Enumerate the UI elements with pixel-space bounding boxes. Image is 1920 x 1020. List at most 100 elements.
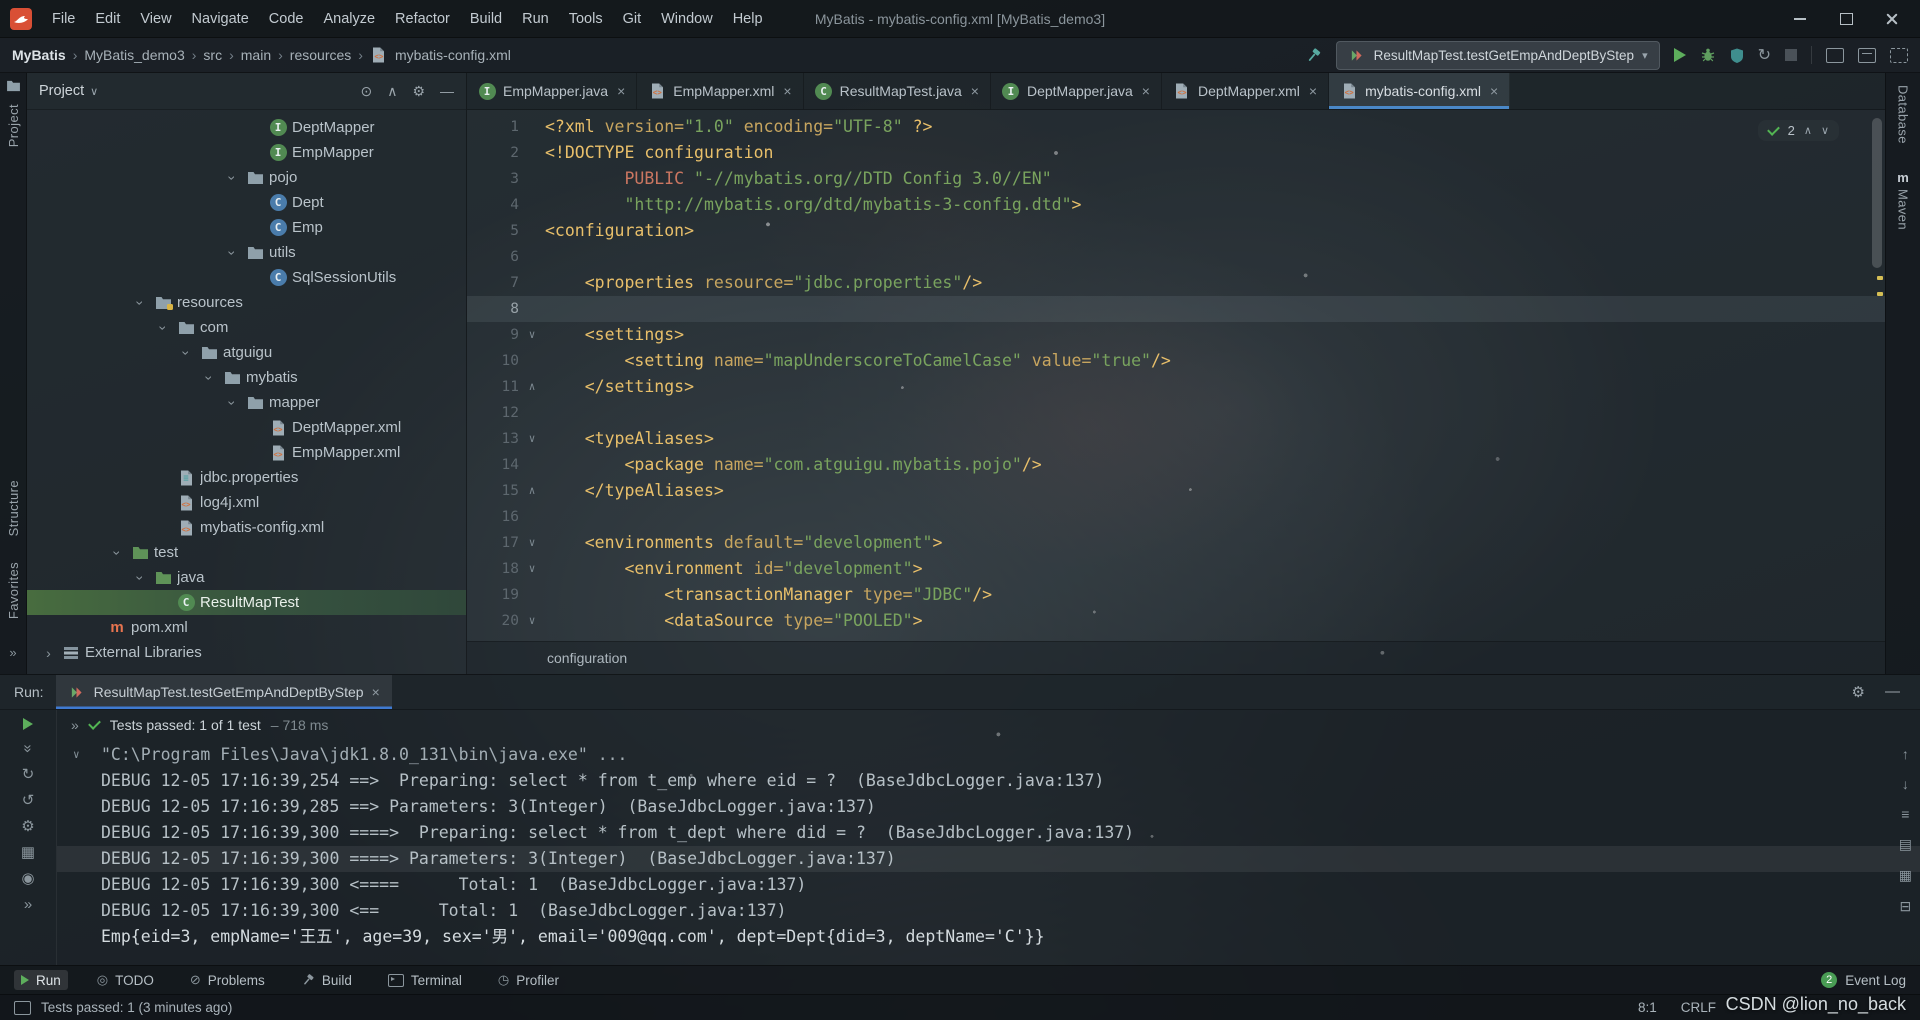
breadcrumb-item-resources[interactable]: resources	[290, 47, 351, 63]
scroll-to-end-icon[interactable]: ▤	[1899, 836, 1912, 853]
fold-marker[interactable]: ∧	[519, 374, 545, 400]
close-icon[interactable]: ×	[783, 83, 791, 99]
tree-item-empmapper[interactable]: IEmpMapper	[27, 140, 466, 165]
fold-marker[interactable]: ∨	[519, 556, 545, 582]
warning-stripe-mark[interactable]	[1877, 276, 1883, 280]
close-icon[interactable]: ×	[1142, 83, 1150, 99]
clear-console-icon[interactable]: ⊟	[1900, 898, 1912, 915]
tool-window-button-profiler[interactable]: ◷Profiler	[491, 970, 566, 990]
run-button[interactable]	[1674, 48, 1686, 62]
close-icon[interactable]: ×	[1309, 83, 1317, 99]
menu-tools[interactable]: Tools	[559, 0, 613, 37]
tree-item-test[interactable]: ›test	[27, 540, 466, 565]
scroll-down-icon[interactable]: ↓	[1902, 776, 1909, 792]
chevron-down-icon[interactable]: ›	[225, 169, 241, 186]
tree-item-resultmaptest[interactable]: CResultMapTest	[27, 590, 466, 615]
commit-icon[interactable]	[1826, 48, 1844, 63]
breadcrumb-tag-configuration[interactable]: configuration	[547, 650, 627, 666]
menu-run[interactable]: Run	[512, 0, 559, 37]
menu-build[interactable]: Build	[460, 0, 512, 37]
rerun-button[interactable]	[23, 718, 33, 730]
event-log-button[interactable]: Event Log	[1845, 973, 1906, 988]
chevron-down-icon[interactable]: ›	[133, 569, 149, 586]
tree-item-com[interactable]: ›com	[27, 315, 466, 340]
run-tab[interactable]: ResultMapTest.testGetEmpAndDeptByStep ×	[56, 675, 392, 709]
tool-window-button-run[interactable]: Run	[14, 970, 68, 990]
menu-edit[interactable]: Edit	[85, 0, 130, 37]
close-icon[interactable]: ×	[372, 684, 380, 700]
menu-code[interactable]: Code	[259, 0, 314, 37]
fold-marker[interactable]: ∨	[73, 742, 80, 768]
build-hammer-icon[interactable]	[1305, 47, 1322, 64]
tree-item-log4j-xml[interactable]: <>log4j.xml	[27, 490, 466, 515]
chevron-down-icon[interactable]: ›	[202, 369, 218, 386]
coverage-button[interactable]	[1730, 48, 1744, 63]
tool-window-button-todo[interactable]: ◎TODO	[90, 970, 161, 990]
close-button[interactable]	[1884, 11, 1900, 27]
menu-help[interactable]: Help	[723, 0, 773, 37]
tab-deptmapper-java[interactable]: IDeptMapper.java×	[991, 73, 1162, 109]
fold-marker[interactable]: ∨	[519, 426, 545, 452]
tree-item-external-libraries[interactable]: ›External Libraries	[27, 640, 466, 665]
fold-marker[interactable]: ∨	[519, 322, 545, 348]
fold-marker[interactable]: ∨	[519, 608, 545, 634]
project-view-select[interactable]: Project	[39, 83, 84, 99]
inspections-widget[interactable]: 2 ∧ ∨	[1758, 120, 1839, 141]
menu-navigate[interactable]: Navigate	[182, 0, 259, 37]
tool-window-button-build[interactable]: Build	[294, 970, 359, 990]
tree-item-resources[interactable]: ›resources	[27, 290, 466, 315]
chevron-down-icon[interactable]: ›	[225, 394, 241, 411]
debug-button[interactable]	[1700, 47, 1716, 63]
chevron-down-icon[interactable]: ›	[179, 344, 195, 361]
line-separator[interactable]: CRLF	[1681, 1000, 1716, 1015]
tree-item-empmapper-xml[interactable]: <>EmpMapper.xml	[27, 440, 466, 465]
console-output[interactable]: ∨"C:\Program Files\Java\jdk1.8.0_131\bin…	[57, 740, 1920, 965]
tree-item-emp[interactable]: CEmp	[27, 215, 466, 240]
tool-tab-database[interactable]: Database	[1896, 85, 1911, 144]
prev-warning-icon[interactable]: ∧	[1804, 124, 1812, 137]
warning-stripe-mark[interactable]	[1877, 292, 1883, 296]
tree-item-java[interactable]: ›java	[27, 565, 466, 590]
tool-window-button-problems[interactable]: ⊘Problems	[183, 970, 272, 990]
tool-tab-maven[interactable]: m Maven	[1896, 170, 1911, 230]
screenshot-icon[interactable]: ◉	[21, 871, 34, 886]
tree-item-jdbc-properties[interactable]: ≡jdbc.properties	[27, 465, 466, 490]
caret-position[interactable]: 8:1	[1638, 1000, 1657, 1015]
tool-window-button-terminal[interactable]: Terminal	[381, 970, 469, 990]
tree-item-mapper[interactable]: ›mapper	[27, 390, 466, 415]
soft-wrap-icon[interactable]: ≡	[1901, 806, 1909, 822]
editor[interactable]: 1<?xml version="1.0" encoding="UTF-8" ?>…	[467, 110, 1885, 641]
maximize-button[interactable]	[1838, 11, 1854, 27]
editor-scrollbar[interactable]	[1872, 118, 1882, 268]
next-warning-icon[interactable]: ∨	[1821, 124, 1829, 137]
layout-icon[interactable]	[1858, 48, 1876, 63]
tab-deptmapper-xml[interactable]: <>DeptMapper.xml×	[1162, 73, 1329, 109]
run-settings-icon[interactable]: ⚙	[1852, 683, 1865, 701]
tree-item-sqlsessionutils[interactable]: CSqlSessionUtils	[27, 265, 466, 290]
tool-tab-project[interactable]: Project	[6, 104, 21, 147]
tree-item-atguigu[interactable]: ›atguigu	[27, 340, 466, 365]
minimize-button[interactable]	[1792, 11, 1808, 27]
tree-item-deptmapper-xml[interactable]: <>DeptMapper.xml	[27, 415, 466, 440]
more-tool-windows-icon[interactable]: »	[9, 645, 16, 660]
close-icon[interactable]: ×	[1490, 83, 1498, 99]
chevron-down-icon[interactable]: ›	[110, 544, 126, 561]
tree-item-dept[interactable]: CDept	[27, 190, 466, 215]
breadcrumb-item-mybatis[interactable]: MyBatis	[12, 47, 66, 63]
tree-item-mybatis[interactable]: ›mybatis	[27, 365, 466, 390]
tree-item-utils[interactable]: ›utils	[27, 240, 466, 265]
chevron-down-icon[interactable]: ›	[156, 319, 172, 336]
chevron-down-icon[interactable]: ›	[133, 294, 149, 311]
tool-tab-favorites[interactable]: Favorites	[6, 562, 21, 619]
test-settings-icon[interactable]: ⚙	[21, 819, 34, 834]
settings-icon[interactable]: ⚙	[412, 83, 425, 100]
tool-tab-structure[interactable]: Structure	[6, 480, 21, 536]
more-options-icon[interactable]: »	[24, 897, 32, 912]
hide-panel-icon[interactable]: —	[440, 83, 454, 100]
menu-view[interactable]: View	[130, 0, 181, 37]
menu-analyze[interactable]: Analyze	[313, 0, 385, 37]
app-logo-icon[interactable]	[10, 8, 32, 30]
menu-git[interactable]: Git	[613, 0, 652, 37]
tab-mybatis-config-xml[interactable]: <>mybatis-config.xml×	[1329, 73, 1510, 109]
layout-icon[interactable]: ▦	[21, 845, 35, 860]
